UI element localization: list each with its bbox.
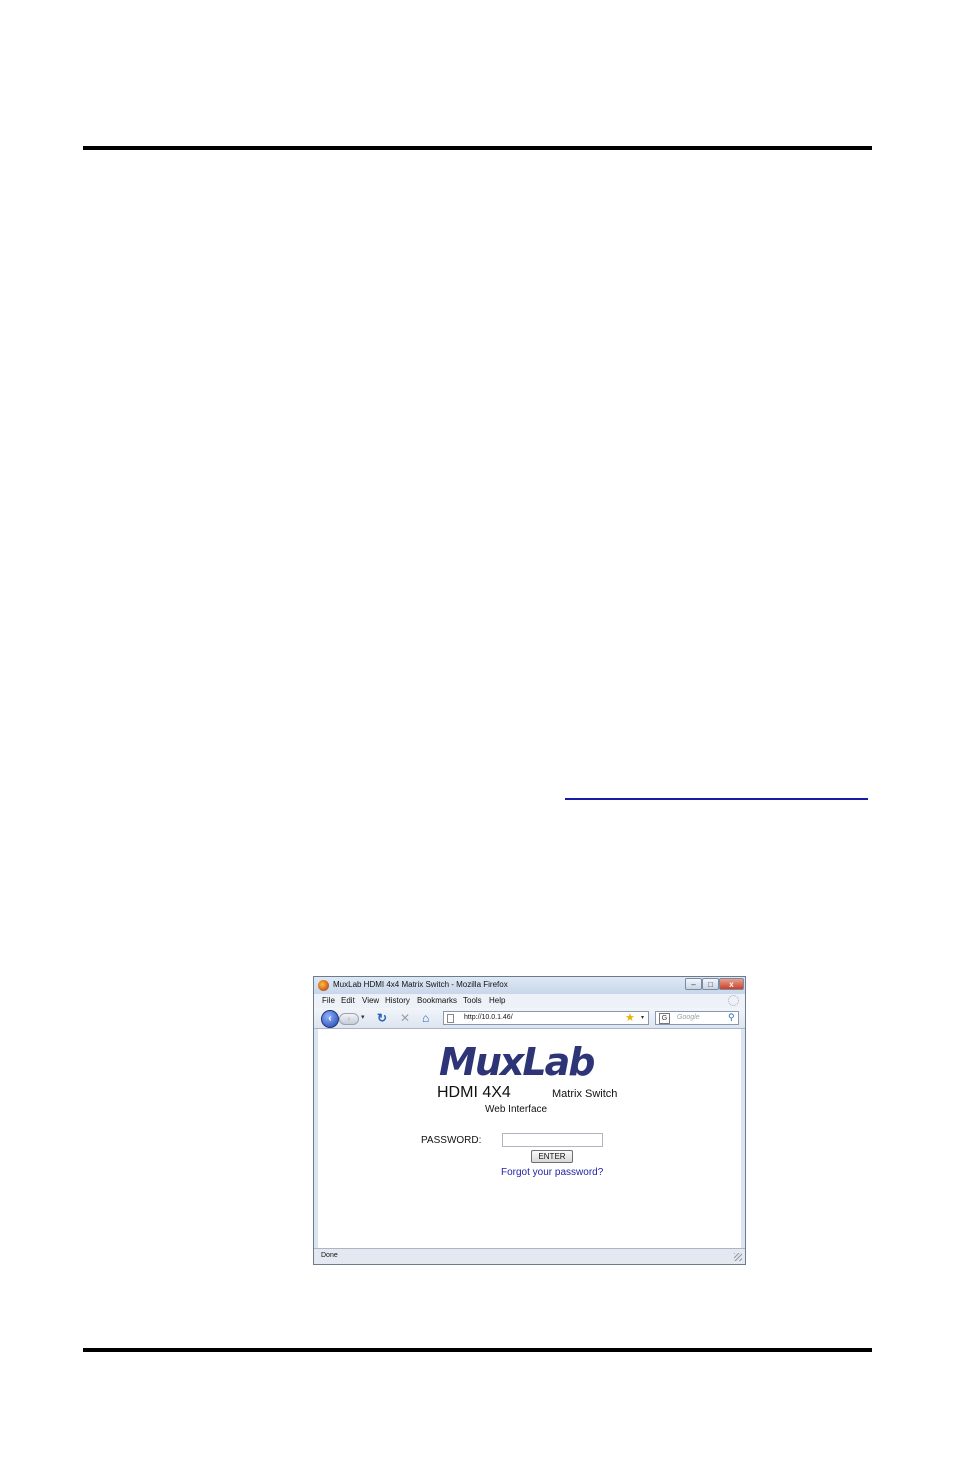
bookmark-star-icon[interactable]: ★ [625,1012,635,1024]
stop-icon[interactable]: ✕ [400,1011,410,1025]
reload-icon[interactable]: ↻ [377,1011,387,1025]
header-rule [83,146,872,150]
status-bar: Done [314,1248,745,1264]
home-icon[interactable]: ⌂ [422,1011,429,1025]
search-placeholder: Google [677,1014,700,1021]
menu-edit[interactable]: Edit [341,996,355,1005]
url-text: http://10.0.1.46/ [464,1014,513,1021]
back-arrow-icon[interactable]: ‹ [321,1010,339,1028]
page-icon [447,1014,454,1023]
menu-tools[interactable]: Tools [463,996,482,1005]
password-label: PASSWORD: [421,1135,482,1146]
google-engine-icon[interactable]: G [659,1013,670,1024]
window-title: MuxLab HDMI 4x4 Matrix Switch - Mozilla … [333,980,508,989]
product-title: HDMI 4X4 [437,1084,511,1101]
forward-arrow-icon[interactable]: › [339,1013,359,1025]
muxlab-logo: MuxLab [439,1040,595,1084]
maximize-button[interactable]: □ [702,978,719,990]
navigation-toolbar: ‹ › ▾ ↻ ✕ ⌂ http://10.0.1.46/ ★ ▾ G Goog… [314,1008,745,1029]
menu-bookmarks[interactable]: Bookmarks [417,996,457,1005]
url-dropdown-icon[interactable]: ▾ [641,1014,644,1021]
history-dropdown-icon[interactable]: ▾ [361,1013,365,1021]
browser-window: MuxLab HDMI 4x4 Matrix Switch - Mozilla … [313,976,746,1265]
search-box[interactable]: G Google ⚲ [655,1011,739,1025]
menu-view[interactable]: View [362,996,379,1005]
menu-bar: File Edit View History Bookmarks Tools H… [314,994,745,1008]
menu-history[interactable]: History [385,996,410,1005]
close-button[interactable]: x [719,978,744,990]
throbber-icon [728,995,739,1006]
firefox-icon [318,980,329,991]
minimize-button[interactable]: – [685,978,702,990]
status-text: Done [321,1252,338,1259]
enter-button[interactable]: ENTER [531,1150,573,1163]
menu-help[interactable]: Help [489,996,505,1005]
product-subtitle: Matrix Switch [552,1088,618,1100]
address-bar[interactable]: http://10.0.1.46/ ★ ▾ [443,1011,649,1025]
resize-grip[interactable] [734,1253,742,1261]
password-input[interactable] [502,1133,603,1147]
footer-rule [83,1348,872,1352]
forgot-password-link[interactable]: Forgot your password? [501,1167,603,1178]
web-interface-label: Web Interface [485,1104,548,1115]
menu-file[interactable]: File [322,996,335,1005]
hyperlink-underline[interactable] [565,798,868,800]
title-bar[interactable]: MuxLab HDMI 4x4 Matrix Switch - Mozilla … [314,977,745,994]
search-icon[interactable]: ⚲ [728,1012,735,1023]
page-content: MuxLab HDMI 4X4 Matrix Switch Web Interf… [318,1029,741,1248]
